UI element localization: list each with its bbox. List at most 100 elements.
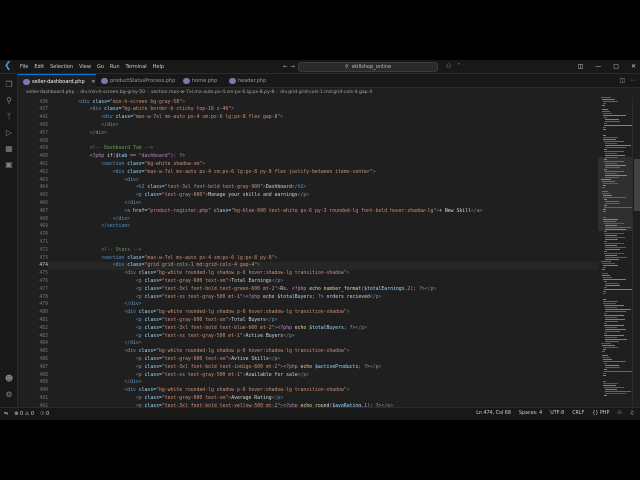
- code-editor[interactable]: 436 437 441 456 457 458 459 460 461 462 463 464 465 4…: [18, 97, 598, 407]
- code-line[interactable]: </section>: [55, 223, 130, 231]
- code-line[interactable]: <div class="max-w-7xl mx-auto px-4 sm:px…: [55, 169, 376, 177]
- code-line[interactable]: <?php if($tab == "dashboard"): ?>: [55, 153, 185, 161]
- code-line[interactable]: <h2 class="text-3xl font-bold text-gray-…: [55, 184, 306, 192]
- notifications-bell-icon[interactable]: ♫: [630, 408, 634, 420]
- code-line[interactable]: <p class="text-gray-600 text-sm">Total B…: [55, 317, 278, 325]
- code-line[interactable]: </div>: [55, 122, 118, 130]
- code-line[interactable]: <div class="grid grid-cols-1 md:grid-col…: [55, 262, 260, 270]
- code-line[interactable]: <!-- Dashboard Tab -->: [55, 145, 154, 153]
- code-line[interactable]: <div class="bg-white rounded-lg shadow p…: [55, 348, 349, 356]
- code-line[interactable]: </div>: [55, 216, 130, 224]
- code-line[interactable]: <div class="min-h-screen bg-gray-50">: [55, 99, 185, 107]
- command-center-search[interactable]: ⚲ skillshop_online: [298, 62, 438, 72]
- code-line[interactable]: </div>: [55, 340, 141, 348]
- menu-view[interactable]: View: [76, 60, 94, 74]
- code-line[interactable]: <p class="text-xs text-gray-500 mt-1">Ac…: [55, 333, 295, 341]
- code-line[interactable]: <div class="max-w-7xl mx-auto px-4 sm:px…: [55, 114, 283, 122]
- encoding[interactable]: UTF-8: [550, 408, 564, 420]
- breadcrumb[interactable]: seller-dashboard.php › div.min-h-screen.bg…: [18, 88, 640, 97]
- close-icon[interactable]: ✕: [91, 79, 95, 85]
- minimap-line: [603, 127, 607, 128]
- cursor-position[interactable]: Ln 474, Col 68: [476, 408, 511, 420]
- code-line[interactable]: </div>: [55, 379, 141, 387]
- minimap-line: [602, 185, 606, 186]
- indentation[interactable]: Spaces: 4: [519, 408, 542, 420]
- code-line[interactable]: <p class="text-xs text-gray-500 mt-1">Av…: [55, 372, 309, 380]
- forward-arrow-icon[interactable]: →: [290, 63, 295, 70]
- tab-product-status-process[interactable]: productStatusProcess.php: [96, 74, 178, 88]
- minimap-line: [602, 383, 618, 384]
- code-line[interactable]: <div>: [55, 177, 138, 185]
- scrollbar-thumb[interactable]: [634, 159, 640, 211]
- code-line[interactable]: <!-- Stats -->: [55, 247, 141, 255]
- remote-explorer-icon[interactable]: ▣: [4, 160, 14, 170]
- minimap-line: [604, 333, 607, 334]
- close-icon[interactable]: ✕: [631, 60, 636, 74]
- search-icon[interactable]: ⚲: [4, 96, 14, 106]
- ports-indicator[interactable]: ☉ 0: [40, 408, 49, 420]
- chevron-down-icon[interactable]: ˅: [457, 60, 460, 74]
- remote-icon[interactable]: ⇋: [4, 408, 8, 420]
- code-line[interactable]: <div class="bg-white rounded-lg shadow p…: [55, 309, 349, 317]
- line-number: 458: [39, 138, 48, 144]
- code-line[interactable]: <p class="text-gray-600">Manage your ski…: [55, 192, 309, 200]
- maximize-icon[interactable]: □: [613, 60, 619, 74]
- code-line[interactable]: </div>: [55, 301, 141, 309]
- minimap-line: [604, 389, 618, 390]
- minimap-line: [604, 117, 607, 118]
- menu-terminal[interactable]: Terminal: [123, 60, 150, 74]
- code-line[interactable]: <section class="max-w-7xl mx-auto px-4 s…: [55, 255, 277, 263]
- code-line[interactable]: </div>: [55, 130, 107, 138]
- accounts-icon[interactable]: ☻: [4, 374, 14, 384]
- settings-gear-icon[interactable]: ⚙: [4, 390, 14, 400]
- menu-file[interactable]: File: [17, 60, 31, 74]
- copilot-status-icon[interactable]: ⚇: [617, 408, 621, 420]
- menu-help[interactable]: Help: [150, 60, 167, 74]
- code-line[interactable]: <p class="text-3xl font-bold text-indigo…: [55, 364, 382, 372]
- code-line[interactable]: <div class="bg-white rounded-lg shadow p…: [55, 387, 349, 395]
- breadcrumb-item[interactable]: seller-dashboard.php: [26, 90, 74, 95]
- more-actions-icon[interactable]: ⋯: [630, 74, 636, 88]
- breadcrumb-item[interactable]: div.min-h-screen.bg-gray-50: [80, 90, 145, 95]
- breadcrumb-item[interactable]: section.max-w-7xl.mx-auto.px-4.sm:px-6.l…: [151, 90, 274, 95]
- code-line[interactable]: </div>: [55, 200, 141, 208]
- back-arrow-icon[interactable]: ←: [283, 63, 288, 70]
- status-right: Ln 474, Col 68 Spaces: 4 UTF-8 CRLF {} P…: [476, 408, 634, 420]
- code-line[interactable]: <p class="text-gray-600 text-sm">Average…: [55, 395, 283, 403]
- extensions-icon[interactable]: ▦: [4, 144, 14, 154]
- minimap[interactable]: [598, 97, 632, 407]
- minimap-line: [602, 101, 619, 102]
- minimap-line: [604, 123, 607, 124]
- menu-run[interactable]: Run: [107, 60, 123, 74]
- code-line[interactable]: <p class="text-gray-600 text-sm">Total E…: [55, 278, 283, 286]
- explorer-icon[interactable]: ❐: [4, 80, 14, 90]
- language-mode[interactable]: {} PHP: [592, 408, 609, 420]
- code-line[interactable]: <a href="product-register.php" class="bg…: [55, 208, 482, 216]
- copilot-icon[interactable]: ⚇: [446, 60, 451, 74]
- tab-home[interactable]: home.php: [178, 74, 224, 88]
- tab-header[interactable]: header.php: [224, 74, 276, 88]
- search-icon: ⚲: [344, 64, 349, 70]
- end-of-line[interactable]: CRLF: [572, 408, 584, 420]
- menu-go[interactable]: Go: [94, 60, 107, 74]
- source-control-icon[interactable]: ᛉ: [4, 112, 14, 122]
- layout-icon[interactable]: ◫: [578, 60, 584, 74]
- menu-edit[interactable]: Edit: [31, 60, 47, 74]
- code-line[interactable]: <p class="text-xs text-gray-500 mt-1"><?…: [55, 294, 382, 302]
- code-line[interactable]: <p class="text-3xl font-bold text-blue-6…: [55, 325, 367, 333]
- problems-indicator[interactable]: ⊗ 0 ⚠ 0: [14, 408, 34, 420]
- menu-selection[interactable]: Selection: [47, 60, 76, 74]
- run-debug-icon[interactable]: ▷: [4, 128, 14, 138]
- code-line[interactable]: <section class="bg-white shadow-sm">: [55, 161, 205, 169]
- code-line[interactable]: <p class="text-3xl font-bold text-green-…: [55, 286, 436, 294]
- split-editor-icon[interactable]: ◫: [619, 74, 625, 88]
- code-line[interactable]: <div class="bg-white border-b sticky top…: [55, 106, 234, 114]
- line-number: 461: [39, 161, 48, 167]
- tab-seller-dashboard[interactable]: seller-dashboard.php ✕: [18, 74, 96, 88]
- breadcrumb-item[interactable]: div.grid.grid-cols-1.md:grid-cols-4.gap-…: [280, 90, 372, 95]
- minimize-icon[interactable]: —: [595, 60, 601, 74]
- code-line[interactable]: <p class="text-gray-600 text-sm">Avtive …: [55, 356, 280, 364]
- code-line[interactable]: <div class="bg-white rounded-lg shadow p…: [55, 270, 349, 278]
- vertical-scrollbar[interactable]: [632, 97, 640, 407]
- line-number: 489: [39, 380, 48, 386]
